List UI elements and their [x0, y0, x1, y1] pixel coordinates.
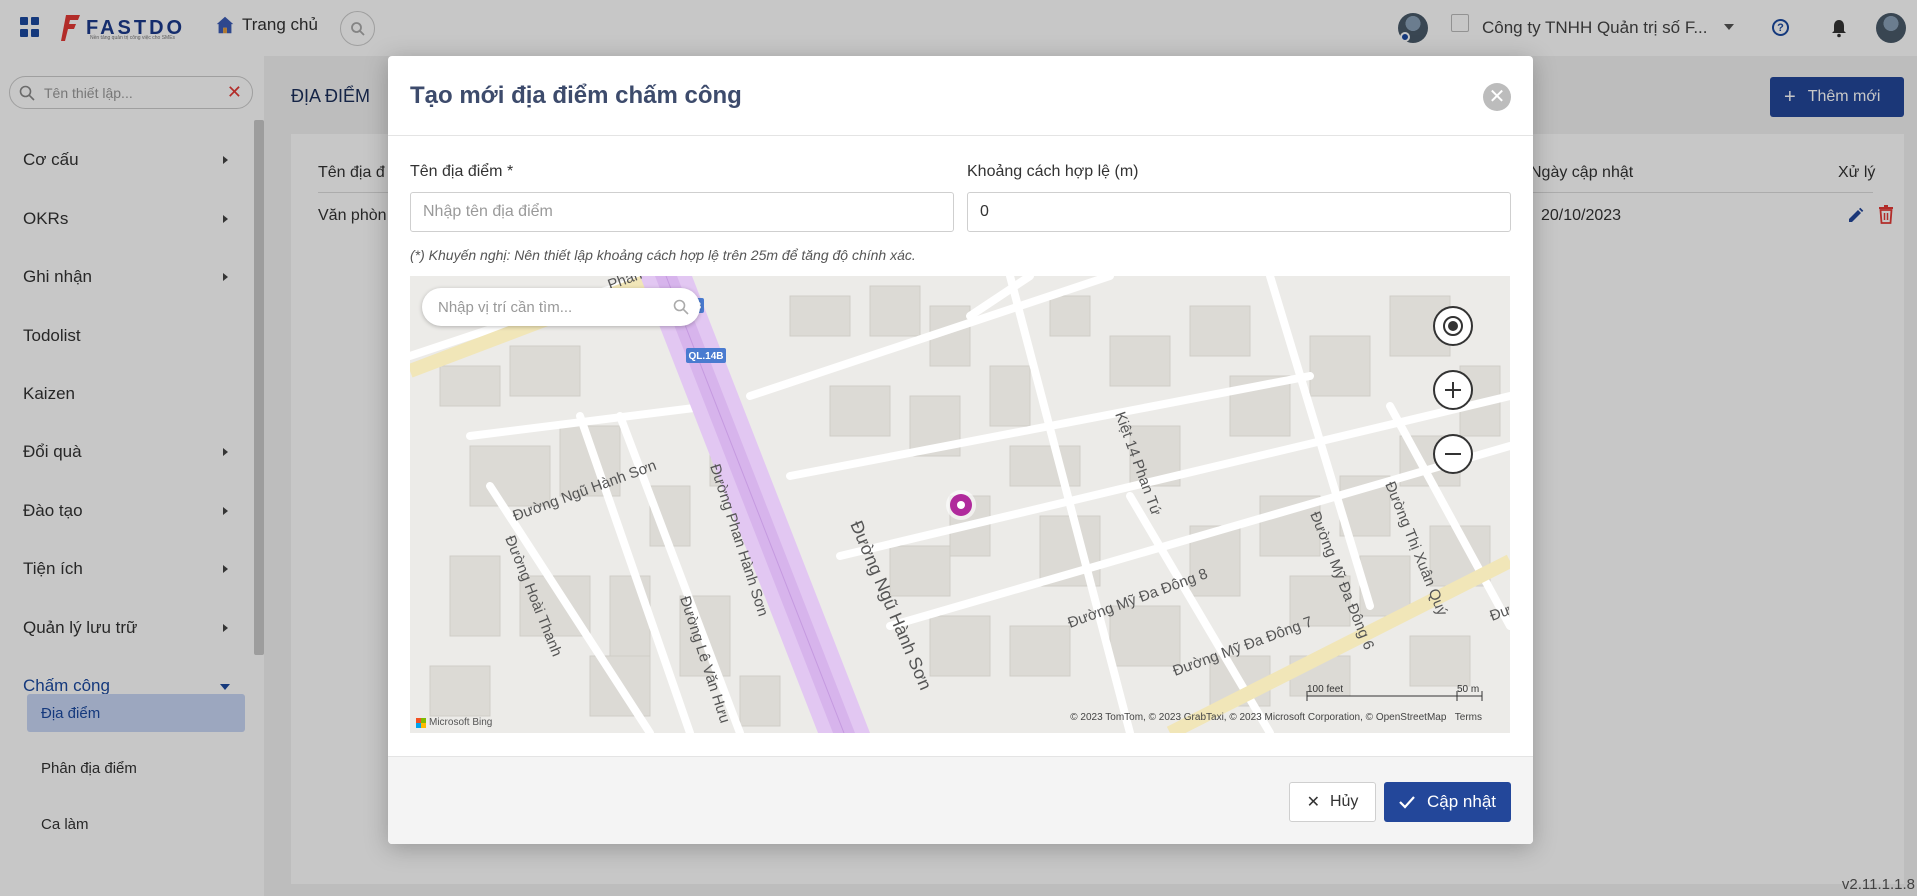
- modal-title: Tạo mới địa điểm chấm công: [410, 82, 742, 109]
- valid-distance-value: 0: [980, 203, 989, 220]
- modal-header: Tạo mới địa điểm chấm công ✕: [388, 56, 1533, 136]
- bing-logo[interactable]: Microsoft Bing: [416, 717, 492, 728]
- update-button[interactable]: Cập nhật: [1384, 782, 1511, 822]
- location-name-placeholder: Nhập tên địa điểm: [423, 203, 553, 220]
- valid-distance-label: Khoảng cách hợp lệ (m): [967, 163, 1139, 180]
- map-copyright: © 2023 TomTom, © 2023 GrabTaxi, © 2023 M…: [1070, 712, 1482, 723]
- location-name-label: Tên địa điểm *: [410, 163, 514, 180]
- map-scale-meters: 50 m: [1457, 684, 1480, 695]
- zoom-out-button[interactable]: [1433, 434, 1473, 474]
- locate-me-button[interactable]: [1433, 306, 1473, 346]
- map-search-placeholder: Nhập vị trí cần tìm...: [438, 298, 573, 316]
- map-scale-feet: 100 feet: [1307, 684, 1344, 695]
- location-map[interactable]: QL.14B QL.14B Đường Ngũ Hành Sơn Đường N…: [410, 276, 1510, 733]
- minus-icon: [1445, 453, 1461, 455]
- bing-label: Microsoft Bing: [429, 717, 493, 728]
- cancel-label: Hủy: [1329, 793, 1359, 810]
- check-icon: [1399, 796, 1415, 809]
- map-terms-link[interactable]: Terms: [1455, 712, 1482, 723]
- map-search-input[interactable]: Nhập vị trí cần tìm...: [422, 288, 700, 326]
- road-badge: QL.14B: [688, 351, 723, 362]
- close-icon[interactable]: ✕: [1483, 83, 1511, 111]
- map-pin-icon[interactable]: [946, 490, 976, 520]
- update-label: Cập nhật: [1427, 792, 1496, 811]
- create-location-modal: Tạo mới địa điểm chấm công ✕ Tên địa điể…: [388, 56, 1533, 844]
- distance-hint: (*) Khuyến nghị: Nên thiết lập khoảng cá…: [410, 247, 916, 263]
- search-icon: [673, 299, 689, 315]
- plus-icon: [1445, 382, 1461, 398]
- microsoft-logo-icon: [416, 717, 426, 728]
- map-credit-text: © 2023 TomTom, © 2023 GrabTaxi, © 2023 M…: [1070, 712, 1447, 723]
- modal-footer: ✕ Hủy Cập nhật: [388, 756, 1533, 844]
- close-icon: ✕: [1306, 794, 1320, 811]
- zoom-in-button[interactable]: [1433, 370, 1473, 410]
- locate-icon: [1443, 316, 1463, 336]
- location-name-input[interactable]: Nhập tên địa điểm: [410, 192, 954, 232]
- cancel-button[interactable]: ✕ Hủy: [1289, 782, 1376, 822]
- valid-distance-input[interactable]: 0: [967, 192, 1511, 232]
- map-canvas[interactable]: QL.14B QL.14B Đường Ngũ Hành Sơn Đường N…: [410, 276, 1510, 733]
